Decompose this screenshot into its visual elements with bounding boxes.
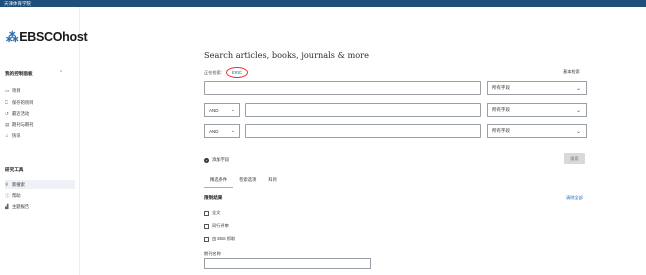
field-select-value: 所有字段 (492, 107, 510, 112)
search-input[interactable] (204, 81, 481, 95)
basic-search-link[interactable]: 基本检索 (563, 69, 580, 75)
publication-label: 期刊名称 (204, 251, 221, 256)
chevron-down-icon: ⌄ (230, 107, 235, 113)
search-row-1: 所有字段 ⌄ (204, 81, 587, 95)
field-select-value: 所有字段 (492, 85, 510, 90)
sidebar-item-saved[interactable]: ⎕ 保存的项目 (5, 98, 75, 107)
publication-input[interactable] (204, 258, 371, 269)
checkbox-peer-reviewed[interactable]: 同行评审 (204, 223, 229, 229)
research-tools-heading: 研究工具 (5, 167, 24, 172)
tab-subjects[interactable]: 科目 (262, 176, 283, 188)
checkbox-label: 由 EBS 抓取 (212, 236, 236, 241)
sidebar-item-alerts[interactable]: ♫ 快讯 (5, 131, 75, 140)
checkbox-label: 同行评审 (212, 223, 229, 228)
chevron-up-icon[interactable]: ⌃ (59, 70, 63, 76)
sidebar-item-journals[interactable]: ▤ 期刊与期刊 (5, 120, 75, 129)
chevron-down-icon: ⌄ (575, 108, 581, 114)
sidebar-item-label: 保存的项目 (12, 99, 34, 105)
field-select[interactable]: 所有字段 ⌄ (487, 103, 587, 117)
ebsco-mark-icon: ⁂ (6, 30, 19, 44)
tab-featured-limits[interactable]: 精选条件 (204, 176, 234, 188)
sidebar-item-recent[interactable]: ↺ 最近活动 (5, 109, 75, 118)
institution-name: 天津体育学院 (4, 1, 31, 6)
history-icon: ↺ (5, 110, 9, 116)
sidebar-item-label: 快讯 (12, 132, 21, 138)
sidebar: ⁂EBSCOhost 我的控制面板 ⌃ ▭ 项目 ⎕ 保存的项目 ↺ 最近活动 … (0, 7, 88, 275)
boolean-value: AND (209, 107, 219, 113)
page-title: Search articles, books, journals & more (204, 50, 369, 60)
field-select[interactable]: 所有字段 ⌄ (487, 124, 587, 138)
logo-text: EBSCOhost (19, 30, 88, 44)
boolean-operator-select[interactable]: AND ⌄ (204, 103, 240, 117)
sidebar-item-topic-report[interactable]: ▟ 主题报告 (5, 202, 75, 211)
checkbox-full-text[interactable]: 全文 (204, 210, 220, 216)
database-link[interactable]: ERIC (225, 67, 248, 78)
limit-results-heading: 限制结果 (204, 195, 223, 200)
tab-search-options[interactable]: 检索选项 (233, 176, 262, 188)
boolean-operator-select[interactable]: AND ⌄ (204, 124, 240, 138)
searching-label: 正在检索: (204, 69, 222, 75)
checkbox-label: 全文 (212, 210, 221, 215)
bell-icon: ♫ (5, 133, 9, 138)
chevron-down-icon: ⌄ (230, 128, 235, 134)
journal-icon: ▤ (5, 121, 10, 127)
search-input[interactable] (245, 103, 481, 117)
sidebar-item-label: 新搜索 (12, 181, 25, 187)
checkbox[interactable] (204, 210, 209, 216)
main-content: Search articles, books, journals & more … (80, 7, 646, 275)
dashboard-heading[interactable]: 我的控制面板 (5, 71, 33, 77)
checkbox[interactable] (204, 236, 209, 242)
chevron-down-icon: ⌄ (575, 129, 581, 135)
search-input[interactable] (245, 124, 481, 138)
bookmark-icon: ⎕ (5, 100, 8, 105)
add-field-button[interactable]: + 添加字段 (204, 157, 229, 163)
field-select-value: 所有字段 (492, 128, 510, 133)
add-field-label: 添加字段 (212, 157, 230, 162)
ebsco-logo[interactable]: ⁂EBSCOhost (6, 29, 88, 44)
plus-icon: + (204, 157, 209, 163)
search-button[interactable]: 搜索 (564, 153, 585, 164)
sidebar-item-label: 项目 (12, 87, 21, 93)
checkbox[interactable] (204, 223, 209, 229)
sidebar-item-projects[interactable]: ▭ 项目 (5, 86, 75, 95)
search-icon: ⚲ (5, 181, 9, 187)
sidebar-item-help[interactable]: ⓘ 帮助 (5, 191, 75, 200)
database-indicator: 正在检索: ERIC (204, 67, 248, 78)
help-icon: ⓘ (5, 192, 10, 198)
sidebar-item-label: 最近活动 (12, 110, 30, 116)
boolean-value: AND (209, 128, 219, 134)
folder-icon: ▭ (5, 87, 10, 93)
options-tabs: 精选条件 检索选项 科目 (204, 176, 283, 188)
search-row-2: AND ⌄ 所有字段 ⌄ (204, 103, 587, 117)
report-icon: ▟ (5, 203, 9, 209)
sidebar-item-label: 主题报告 (12, 203, 30, 209)
sidebar-item-label: 帮助 (12, 192, 21, 198)
field-select[interactable]: 所有字段 ⌄ (487, 81, 587, 95)
clear-all-link[interactable]: 清除全部 (566, 195, 583, 201)
checkbox-ebs-fetch[interactable]: 由 EBS 抓取 (204, 236, 235, 242)
institution-bar: 天津体育学院 (0, 0, 646, 7)
sidebar-item-label: 期刊与期刊 (12, 121, 34, 127)
search-row-3: AND ⌄ 所有字段 ⌄ (204, 124, 587, 138)
sidebar-item-new-search[interactable]: ⚲ 新搜索 (5, 180, 75, 189)
chevron-down-icon: ⌄ (575, 86, 581, 92)
